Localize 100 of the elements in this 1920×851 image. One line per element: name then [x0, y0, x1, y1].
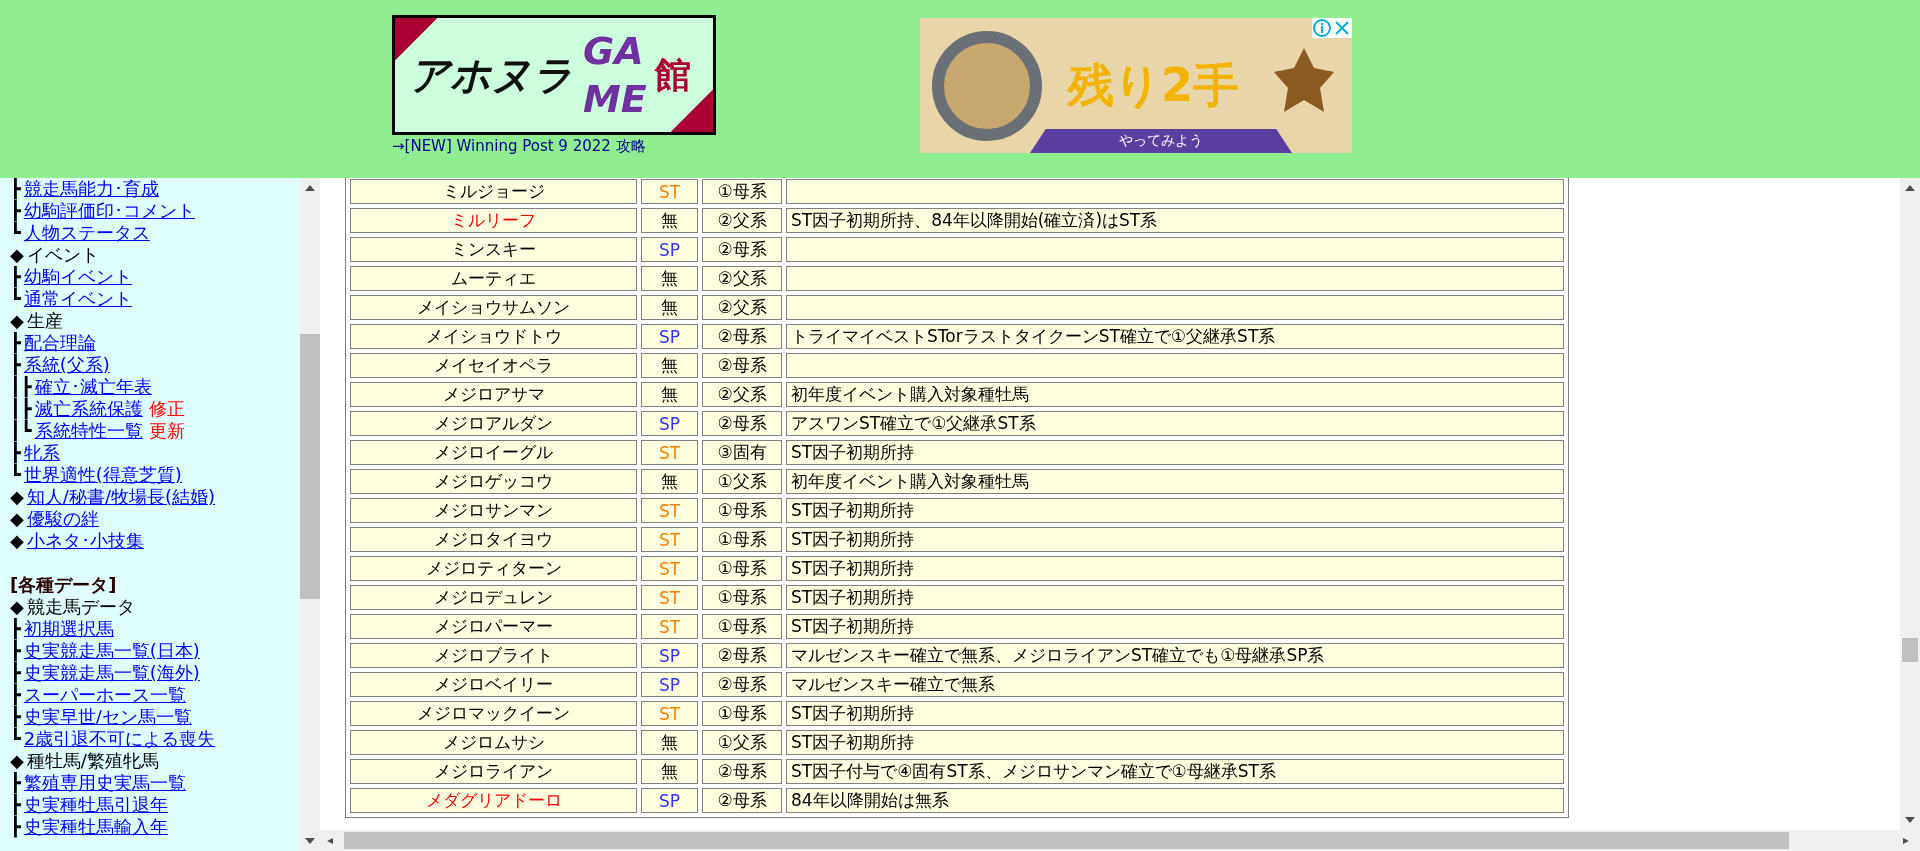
note-cell: ST因子初期所持: [786, 498, 1564, 523]
update-note: 修正: [148, 398, 185, 420]
tree-glyph: ◆: [10, 750, 24, 772]
horizontal-scrollbar[interactable]: [320, 830, 1920, 851]
tree-glyph: ┣: [10, 618, 21, 640]
sidebar-link[interactable]: 競走馬能力･育成: [23, 178, 159, 200]
tree-glyph: ┃┣: [10, 376, 32, 398]
sidebar-link[interactable]: 通常イベント: [23, 288, 132, 310]
horse-name-cell: メジロタイヨウ: [350, 527, 637, 552]
sidebar-link[interactable]: 幼駒評価印･コメント: [23, 200, 195, 222]
horse-name-cell: メジロティターン: [350, 556, 637, 581]
line-type-cell: ①母系: [702, 179, 782, 204]
tree-glyph: ┣: [10, 816, 21, 838]
sidebar-link[interactable]: 世界適性(得意芝質): [23, 464, 182, 486]
note-cell: ST因子初期所持: [786, 585, 1564, 610]
note-cell: ST因子初期所持: [786, 527, 1564, 552]
factor-type-cell: ST: [641, 614, 698, 639]
sidebar-link[interactable]: 2歳引退不可による喪失: [23, 728, 216, 750]
tree-glyph: ◆: [10, 486, 24, 508]
tree-glyph: ┗: [10, 464, 21, 486]
tree-glyph: ┣: [10, 178, 21, 200]
line-type-cell: ②父系: [702, 208, 782, 233]
factor-type-cell: SP: [641, 788, 698, 813]
tree-glyph: ┣: [10, 442, 21, 464]
note-cell: トライマイベストSTorラストタイクーンST確立で①父継承ST系: [786, 324, 1564, 349]
horse-name-cell: メイショウサムソン: [350, 295, 637, 320]
new-article-link[interactable]: →[NEW] Winning Post 9 2022 攻略: [392, 137, 716, 156]
line-type-cell: ②父系: [702, 266, 782, 291]
sidebar-link[interactable]: 史実競走馬一覧(日本): [23, 640, 200, 662]
line-type-cell: ①母系: [702, 498, 782, 523]
scroll-thumb[interactable]: [1902, 638, 1918, 662]
line-type-cell: ①父系: [702, 469, 782, 494]
sidebar-link[interactable]: 史実早世/セン馬一覧: [23, 706, 192, 728]
line-type-cell: ②母系: [702, 643, 782, 668]
factor-type-cell: SP: [641, 324, 698, 349]
factor-type-cell: ST: [641, 701, 698, 726]
line-type-cell: ②母系: [702, 788, 782, 813]
scroll-up-icon[interactable]: [1905, 185, 1915, 191]
horse-name-cell: メジロアルダン: [350, 411, 637, 436]
factor-type-cell: ST: [641, 440, 698, 465]
sidebar-link[interactable]: 繁殖専用史実馬一覧: [23, 772, 186, 794]
note-cell: ST因子初期所持: [786, 730, 1564, 755]
sidebar-heading: 生産: [26, 310, 63, 332]
horse-name-cell: メジロアサマ: [350, 382, 637, 407]
line-type-cell: ②母系: [702, 411, 782, 436]
sidebar-link[interactable]: 史実種牡馬引退年: [23, 794, 168, 816]
tree-glyph: ┣: [10, 640, 21, 662]
note-cell: マルゼンスキー確立で無系: [786, 672, 1564, 697]
sidebar-link[interactable]: 系統(父系): [23, 354, 110, 376]
note-cell: 初年度イベント購入対象種牡馬: [786, 469, 1564, 494]
horse-name-cell: メジロパーマー: [350, 614, 637, 639]
factor-type-cell: 無: [641, 266, 698, 291]
tree-glyph: ┣: [10, 706, 21, 728]
factor-type-cell: 無: [641, 295, 698, 320]
tree-glyph: ◆: [10, 508, 24, 530]
scroll-down-icon[interactable]: [1905, 817, 1915, 823]
sidebar-link[interactable]: 系統特性一覧: [34, 420, 143, 442]
horse-name-cell: ムーティエ: [350, 266, 637, 291]
factor-type-cell: 無: [641, 353, 698, 378]
sidebar-link[interactable]: 牝系: [23, 442, 60, 464]
scroll-thumb[interactable]: [344, 832, 1789, 849]
factor-type-cell: SP: [641, 411, 698, 436]
factor-type-cell: SP: [641, 643, 698, 668]
sidebar-link[interactable]: 優駿の絆: [26, 508, 99, 530]
sidebar-link[interactable]: 確立･滅亡年表: [34, 376, 152, 398]
sidebar-link[interactable]: 人物ステータス: [23, 222, 150, 244]
horse-name-cell: メジロイーグル: [350, 440, 637, 465]
sidebar-link[interactable]: スーパーホース一覧: [23, 684, 186, 706]
tree-glyph: ◆: [10, 530, 24, 552]
note-cell: ST因子初期所持、84年以降開始(確立済)はST系: [786, 208, 1564, 233]
scroll-thumb[interactable]: [300, 334, 320, 599]
sidebar-link[interactable]: 滅亡系統保護: [34, 398, 143, 420]
note-cell: アスワンST確立で①父継承ST系: [786, 411, 1564, 436]
sidebar-link[interactable]: 史実競走馬一覧(海外): [23, 662, 200, 684]
info-icon[interactable]: [1312, 18, 1332, 38]
factor-type-cell: ST: [641, 527, 698, 552]
tree-glyph: ◆: [10, 310, 24, 332]
tree-glyph: ┣: [10, 266, 21, 288]
scroll-down-icon[interactable]: [305, 838, 315, 844]
sidebar-scrollbar[interactable]: [300, 178, 320, 851]
note-cell: ST因子付与で④固有ST系、メジロサンマン確立で①母継承ST系: [786, 759, 1564, 784]
line-type-cell: ①父系: [702, 730, 782, 755]
horse-name-cell: メジロムサシ: [350, 730, 637, 755]
sidebar-link[interactable]: 配合理論: [23, 332, 96, 354]
horse-name-cell: メジロブライト: [350, 643, 637, 668]
factor-type-cell: ST: [641, 179, 698, 204]
sidebar-link[interactable]: 知人/秘書/牧場長(結婚): [26, 486, 216, 508]
page-scrollbar[interactable]: [1900, 178, 1920, 830]
line-type-cell: ①母系: [702, 527, 782, 552]
sidebar-link[interactable]: 幼駒イベント: [23, 266, 132, 288]
horse-name-cell: メジロデュレン: [350, 585, 637, 610]
tree-glyph: ◆: [10, 244, 24, 266]
horse-name-cell: メジロゲッコウ: [350, 469, 637, 494]
ad-banner[interactable]: 残り2手 やってみよう: [920, 18, 1352, 153]
line-type-cell: ②母系: [702, 237, 782, 262]
factor-type-cell: 無: [641, 208, 698, 233]
sidebar-link[interactable]: 小ネタ･小技集: [26, 530, 144, 552]
scroll-up-icon[interactable]: [305, 185, 315, 191]
sidebar-link[interactable]: 初期選択馬: [23, 618, 114, 640]
sidebar-link[interactable]: 史実種牡馬輸入年: [23, 816, 168, 838]
